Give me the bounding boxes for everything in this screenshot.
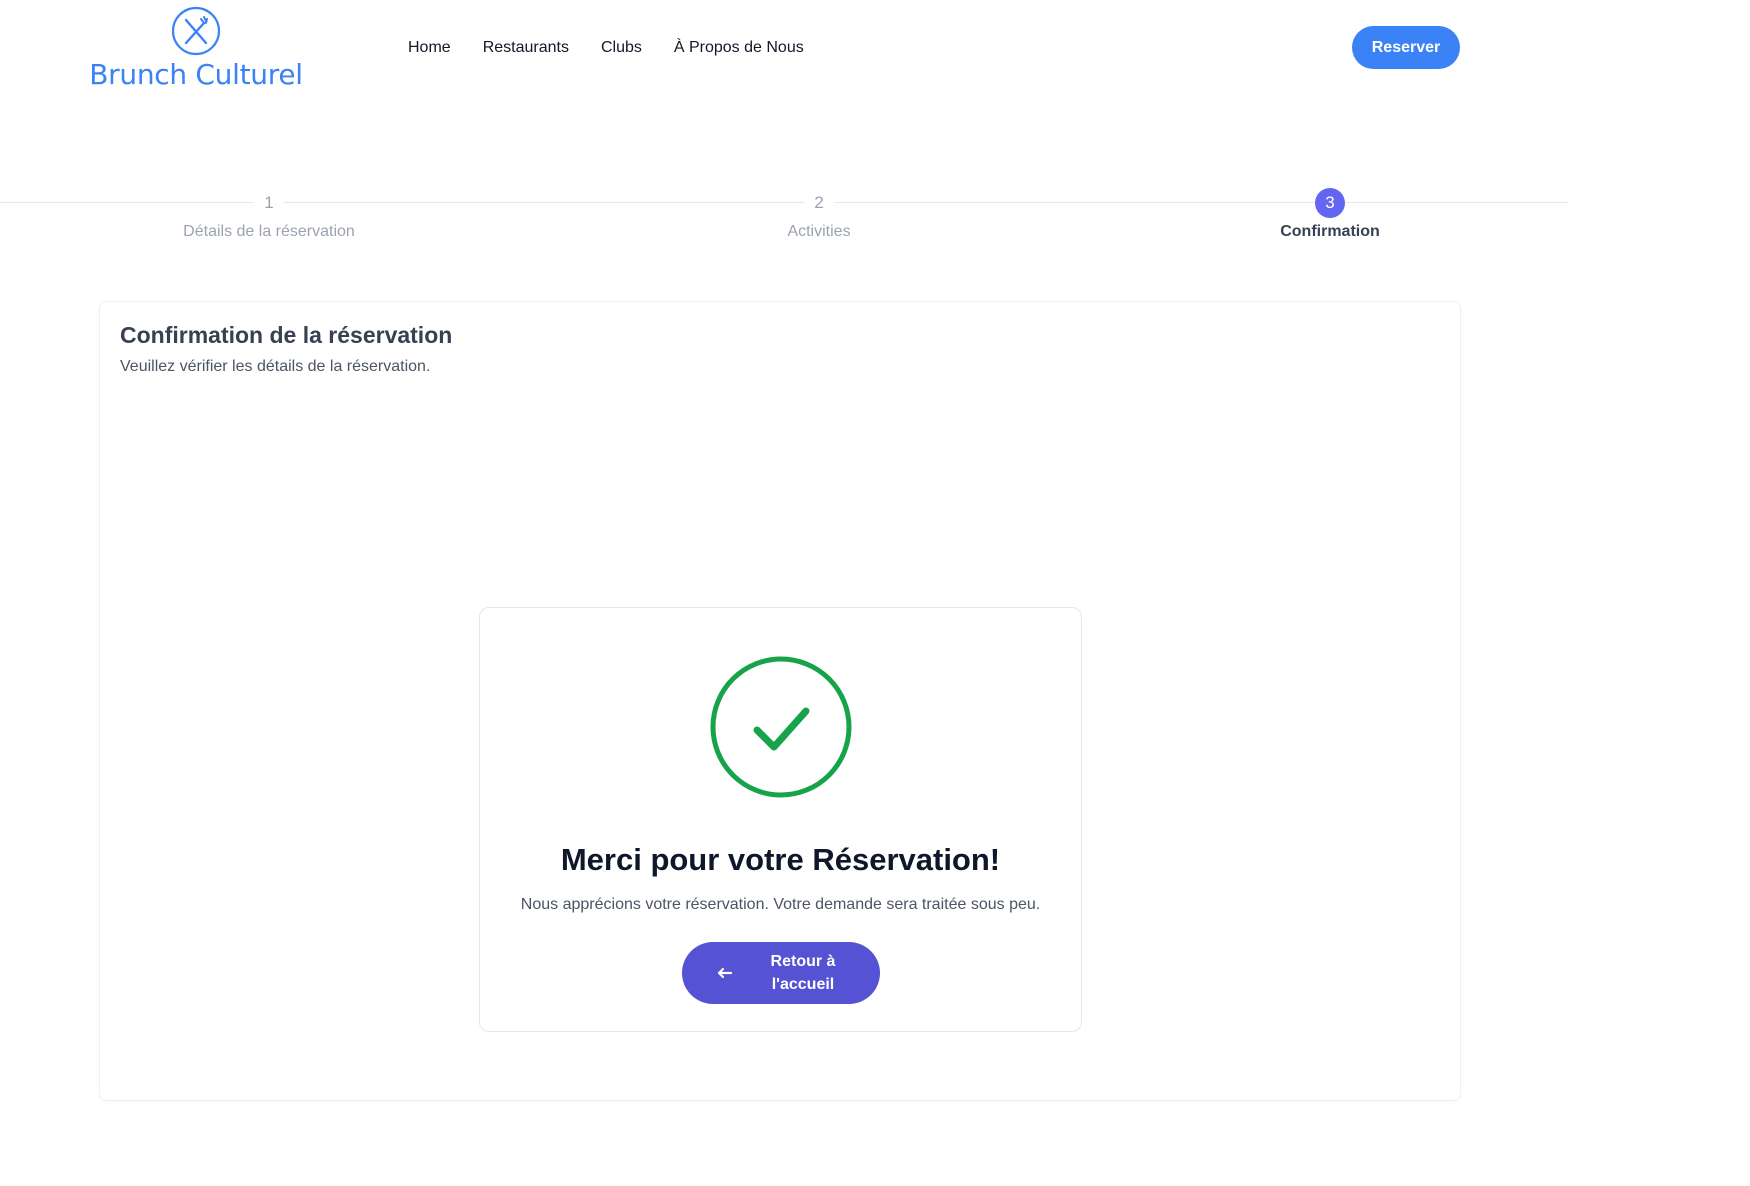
- step-number: 3: [1315, 188, 1345, 218]
- success-panel: Merci pour votre Réservation! Nous appré…: [479, 607, 1082, 1032]
- back-home-button[interactable]: Retour à l'accueil: [682, 942, 880, 1004]
- reserve-button[interactable]: Reserver: [1352, 26, 1460, 69]
- nav-link-home[interactable]: Home: [392, 39, 467, 57]
- step-number: 1: [254, 188, 284, 218]
- step-activities: 2 Activities: [669, 188, 969, 241]
- arrow-left-icon: [717, 967, 733, 979]
- reservation-stepper: 1 Détails de la réservation 2 Activities…: [0, 188, 1568, 258]
- step-confirmation: 3 Confirmation: [1180, 188, 1480, 241]
- success-title: Merci pour votre Réservation!: [560, 842, 1001, 877]
- step-label: Confirmation: [1280, 223, 1380, 240]
- nav-link-clubs[interactable]: Clubs: [585, 39, 658, 57]
- brand-name: Brunch Culturel: [89, 58, 303, 91]
- check-circle-icon: [710, 656, 852, 798]
- site-header: Brunch Culturel Home Restaurants Clubs À…: [0, 0, 1568, 100]
- step-number: 2: [804, 188, 834, 218]
- nav-link-about[interactable]: À Propos de Nous: [658, 39, 820, 57]
- step-label: Activities: [787, 223, 851, 240]
- back-home-label: Retour à l'accueil: [770, 953, 836, 993]
- main-nav: Home Restaurants Clubs À Propos de Nous: [392, 36, 820, 60]
- card-title: Confirmation de la réservation: [120, 322, 453, 348]
- brand-logo[interactable]: Brunch Culturel: [89, 6, 303, 96]
- card-subtitle: Veuillez vérifier les détails de la rése…: [120, 358, 431, 375]
- fork-knife-icon: [171, 6, 221, 56]
- step-details: 1 Détails de la réservation: [119, 188, 419, 241]
- step-label: Détails de la réservation: [183, 223, 355, 240]
- nav-link-restaurants[interactable]: Restaurants: [467, 39, 585, 57]
- success-message: Nous apprécions votre réservation. Votre…: [520, 896, 1041, 913]
